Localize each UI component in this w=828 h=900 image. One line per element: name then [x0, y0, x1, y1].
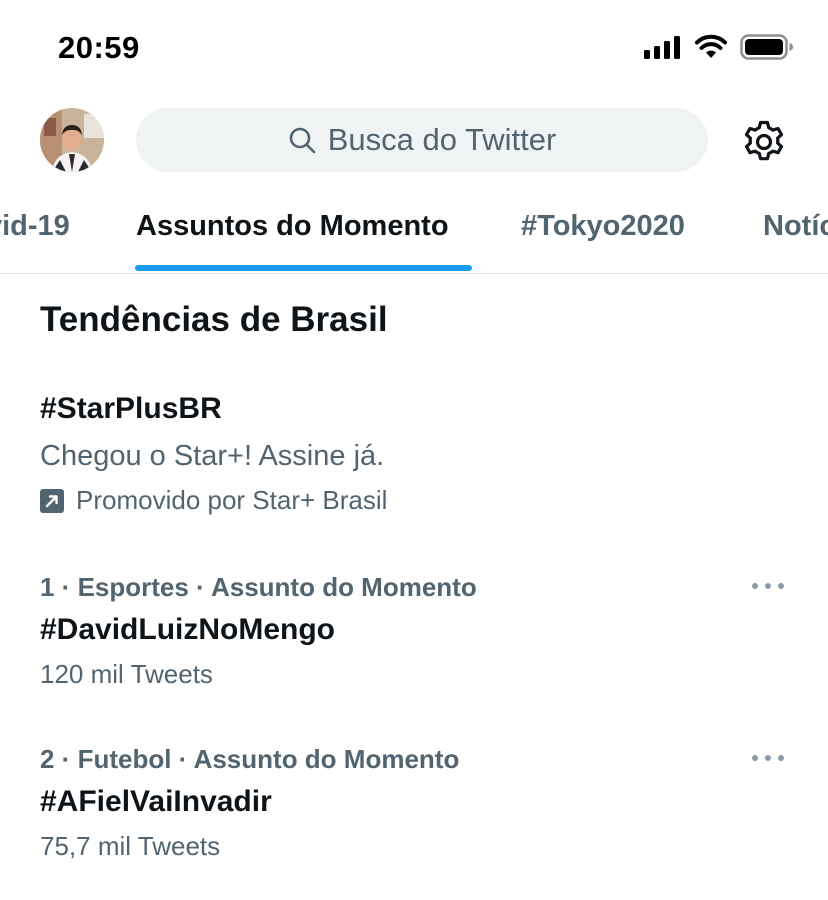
- active-tab-indicator: [135, 265, 472, 271]
- status-icons: [644, 34, 794, 60]
- trend-name[interactable]: #DavidLuizNoMengo: [40, 613, 800, 647]
- trend-item[interactable]: 1 · Esportes · Assunto do Momento #David…: [40, 572, 800, 690]
- tab-trending[interactable]: Assuntos do Momento: [136, 210, 449, 243]
- avatar[interactable]: [40, 108, 104, 172]
- promoted-trend[interactable]: #StarPlusBR Chegou o Star+! Assine já. P…: [40, 392, 800, 516]
- trend-tweet-count: 120 mil Tweets: [40, 659, 213, 689]
- section-title: Tendências de Brasil: [40, 300, 388, 339]
- promoted-hashtag[interactable]: #StarPlusBR: [40, 392, 800, 426]
- trend-name[interactable]: #AFielVaiInvadir: [40, 785, 800, 819]
- battery-icon: [740, 34, 793, 60]
- explore-tabs: vid-19 Assuntos do Momento #Tokyo2020 No…: [0, 196, 828, 274]
- trend-meta: 2 · Futebol · Assunto do Momento: [40, 744, 460, 774]
- status-time: 20:59: [58, 30, 140, 65]
- trend-tweet-count: 75,7 mil Tweets: [40, 831, 221, 861]
- promoted-description: Chegou o Star+! Assine já.: [40, 440, 385, 472]
- wifi-icon: [695, 34, 727, 58]
- search-placeholder: Busca do Twitter: [327, 122, 557, 157]
- more-icon[interactable]: [752, 576, 784, 596]
- more-icon[interactable]: [752, 748, 784, 768]
- header: Busca do Twitter: [0, 104, 828, 180]
- search-input[interactable]: Busca do Twitter: [136, 108, 708, 172]
- trend-item[interactable]: 2 · Futebol · Assunto do Momento #AFielV…: [40, 744, 800, 862]
- tab-covid-19[interactable]: vid-19: [0, 210, 70, 243]
- search-icon: [289, 127, 315, 154]
- trend-meta: 1 · Esportes · Assunto do Momento: [40, 572, 477, 602]
- promoted-arrow-icon: [40, 488, 64, 513]
- gear-icon: [744, 120, 784, 161]
- tab-news[interactable]: Notíc: [763, 210, 828, 243]
- promoted-by: Promovido por Star+ Brasil: [40, 485, 800, 516]
- tab-tokyo2020[interactable]: #Tokyo2020: [521, 210, 685, 243]
- status-bar: 20:59: [0, 0, 828, 96]
- signal-icon: [644, 36, 680, 59]
- settings-button[interactable]: [740, 118, 788, 166]
- promoted-by-label: Promovido por Star+ Brasil: [76, 485, 388, 515]
